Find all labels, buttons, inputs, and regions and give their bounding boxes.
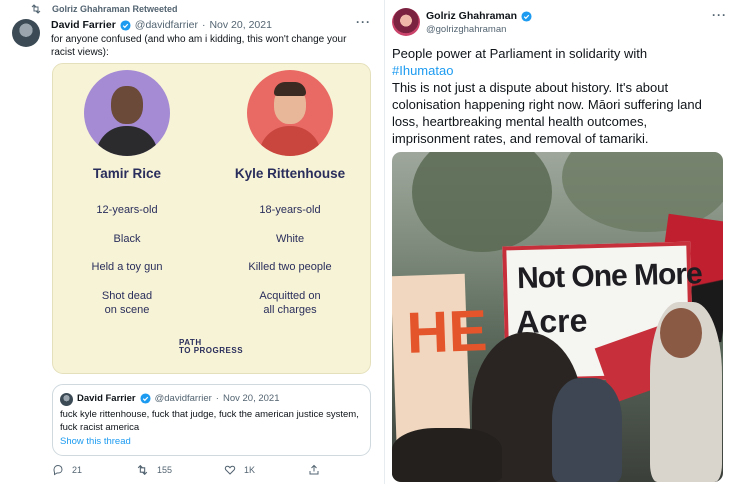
separator: · [215,393,219,404]
protester [552,378,622,482]
left-item: 12-years-old [96,204,158,216]
logo-line: TO PROGRESS [179,346,244,355]
tweet-text: for anyone confused (and who am i kiddin… [51,34,347,58]
retweet-count: 155 [157,465,173,475]
left-item: Held a toy gun [91,261,163,273]
left-item: Black [113,233,141,245]
quote-date: Nov 20, 2021 [222,393,280,404]
tweet-text-line: People power at Parliament in solidarity… [392,46,648,61]
heart-icon [224,465,236,475]
right-item: Killed two people [248,261,332,273]
quote-avatar [60,393,73,406]
left-item: Shot dead on scene [101,290,153,316]
show-thread-link[interactable]: Show this thread [60,436,131,447]
kyle-rittenhouse-photo [247,70,333,156]
reply-icon [53,464,63,476]
right-name: Kyle Rittenhouse [234,166,346,181]
tweet-header: Golriz Ghahraman [426,10,532,22]
retweet-label[interactable]: Golriz Ghahraman Retweeted [52,4,178,14]
protester [392,428,502,482]
like-button[interactable]: 1K [224,464,255,476]
author-avatar[interactable] [12,19,40,47]
right-item: White [275,233,305,245]
tweet-text: People power at Parliament in solidarity… [392,45,722,147]
retweet-icon [137,464,148,476]
sign-line-1: Not One More [516,257,703,296]
comparison-image[interactable]: Tamir Rice 12-years-old Black Held a toy… [52,63,371,374]
tweet-date[interactable]: Nov 20, 2021 [209,19,271,31]
verified-badge-icon [521,10,532,22]
left-sign-text: HE [405,298,489,366]
protester-head [660,308,702,358]
quote-text: fuck kyle rittenhouse, fuck that judge, … [60,409,359,433]
quote-header: David Farrier @davidfarrier · Nov 20, 20… [77,393,279,404]
retweet-icon [31,4,41,14]
quoted-tweet[interactable]: David Farrier @davidfarrier · Nov 20, 20… [52,384,371,456]
author-handle[interactable]: @golrizghahraman [426,24,506,35]
author-name[interactable]: David Farrier [51,19,116,31]
retweet-header: Golriz Ghahraman Retweeted [31,4,178,14]
quote-author-handle: @davidfarrier [154,393,212,404]
quote-author-name: David Farrier [77,393,136,404]
author-name[interactable]: Golriz Ghahraman [426,10,517,22]
like-count: 1K [244,465,256,475]
tweet-text-rest: This is not just a dispute about history… [392,80,702,146]
left-name: Tamir Rice [92,166,162,181]
tweet-header: David Farrier @davidfarrier · Nov 20, 20… [51,19,272,31]
protest-photo[interactable]: HE Not One More Acre [392,152,723,482]
more-options-icon[interactable]: ··· [356,15,371,29]
share-button[interactable] [308,464,320,476]
author-handle[interactable]: @davidfarrier [135,19,198,31]
tamir-rice-photo [84,70,170,156]
author-avatar[interactable] [392,8,420,36]
reply-count: 21 [72,465,83,475]
reply-button[interactable]: 21 [52,464,82,476]
right-item: Acquitted on all charges [259,290,321,316]
separator: · [201,19,206,31]
verified-badge-icon [120,19,131,31]
verified-badge-icon [140,393,151,404]
retweet-button[interactable]: 155 [136,464,172,476]
share-icon [309,464,319,475]
hashtag-link[interactable]: #Ihumatao [392,62,722,79]
more-options-icon[interactable]: ··· [712,8,727,22]
path-to-progress-logo: PATH TO PROGRESS [179,339,243,355]
left-tweet[interactable]: Golriz Ghahraman Retweeted David Farrier… [0,0,385,484]
right-item: 18-years-old [259,204,321,216]
